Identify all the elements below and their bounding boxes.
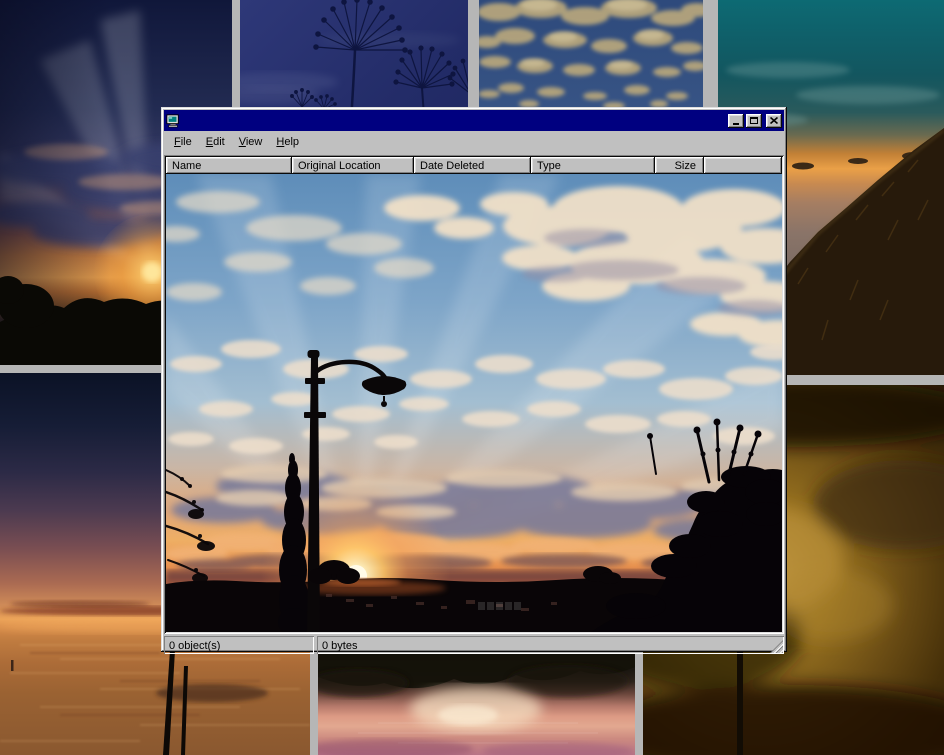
close-icon [770, 117, 778, 124]
column-header-original-location[interactable]: Original Location [292, 157, 414, 174]
minimize-button[interactable] [728, 114, 744, 128]
window-background-photo [166, 174, 782, 632]
recycle-bin-window: File Edit View Help Name Original Locati… [161, 107, 787, 652]
column-header-date-deleted[interactable]: Date Deleted [414, 157, 531, 174]
column-headers: Name Original Location Date Deleted Type… [166, 157, 782, 174]
close-button[interactable] [766, 114, 782, 128]
menu-bar: File Edit View Help [164, 131, 784, 155]
window-controls [728, 114, 782, 128]
maximize-button[interactable] [746, 114, 762, 128]
window-titlebar[interactable] [164, 110, 784, 131]
status-bytes: 0 bytes [317, 636, 784, 654]
water-reflection-art [318, 653, 635, 755]
photo-watermark [478, 602, 521, 610]
column-header-size[interactable]: Size [655, 157, 704, 174]
menu-edit[interactable]: Edit [199, 134, 232, 151]
menu-file[interactable]: File [167, 134, 199, 151]
file-list-view[interactable]: Name Original Location Date Deleted Type… [164, 155, 784, 634]
column-header-type[interactable]: Type [531, 157, 655, 174]
status-objects: 0 object(s) [164, 636, 314, 654]
menu-view[interactable]: View [232, 134, 270, 151]
status-bar: 0 object(s) 0 bytes [164, 636, 784, 654]
maximize-icon [750, 117, 758, 124]
sunset-lamppost-photo [166, 174, 782, 632]
minimize-icon [733, 123, 739, 125]
column-header-name[interactable]: Name [166, 157, 292, 174]
wallpaper-water-reflection-photo [318, 653, 635, 755]
desktop: { "desktop": { "wallpaper_tiles": [ "sun… [0, 0, 944, 755]
column-header-filler [704, 157, 782, 174]
menu-help[interactable]: Help [269, 134, 306, 151]
computer-icon[interactable] [166, 114, 180, 128]
